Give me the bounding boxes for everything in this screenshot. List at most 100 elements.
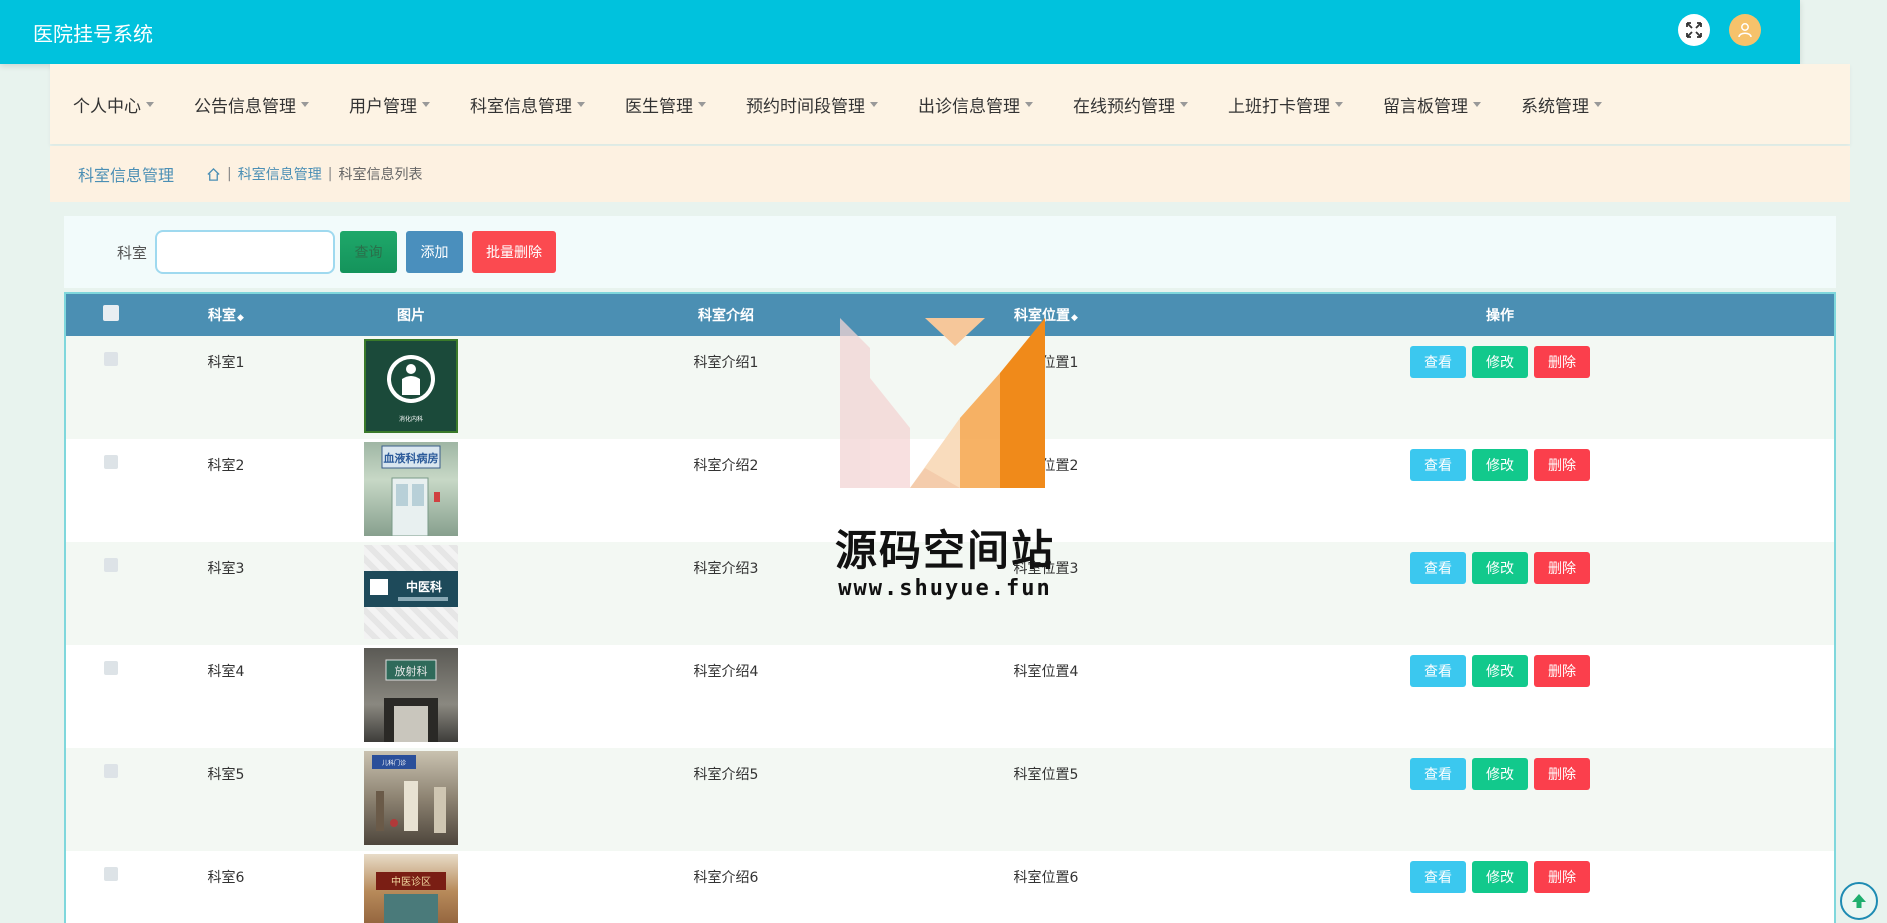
breadcrumb-separator: | — [327, 166, 333, 182]
edit-button[interactable]: 修改 — [1472, 758, 1528, 790]
row-checkbox[interactable] — [104, 764, 118, 778]
main-menu: 个人中心 公告信息管理 用户管理 科室信息管理 医生管理 预约时间段管理 出诊信… — [50, 64, 1850, 144]
edit-button[interactable]: 修改 — [1472, 552, 1528, 584]
cell-intro: 科室介绍4 — [693, 664, 759, 680]
view-button[interactable]: 查看 — [1410, 758, 1466, 790]
department-image: 放射科 — [364, 648, 458, 742]
edit-button[interactable]: 修改 — [1472, 346, 1528, 378]
cell-location: 科室位置5 — [1013, 767, 1079, 783]
top-header: 医院挂号系统 — [0, 0, 1800, 64]
user-avatar-button[interactable] — [1729, 14, 1761, 46]
caret-down-icon — [301, 101, 309, 107]
row-checkbox[interactable] — [104, 352, 118, 366]
row-checkbox[interactable] — [104, 558, 118, 572]
delete-button[interactable]: 删除 — [1534, 758, 1590, 790]
cell-location: 科室位置1 — [1013, 355, 1079, 371]
delete-button[interactable]: 删除 — [1534, 346, 1590, 378]
cell-actions: 查看 修改 删除 — [1166, 748, 1834, 851]
cell-department: 科室2 — [207, 458, 245, 474]
table-row: 科室4 放射科 科室介绍4 科室位置4 查看 修改 删除 — [66, 645, 1834, 748]
menu-personal-center[interactable]: 个人中心 — [73, 92, 154, 117]
cell-actions: 查看 修改 删除 — [1166, 439, 1834, 542]
edit-button[interactable]: 修改 — [1472, 449, 1528, 481]
cell-department: 科室1 — [207, 355, 245, 371]
cell-intro: 科室介绍1 — [693, 355, 759, 371]
search-label: 科室 — [117, 243, 148, 262]
department-image-text: 消化内科 — [399, 415, 423, 423]
column-header-actions: 操作 — [1486, 308, 1514, 324]
menu-message-board[interactable]: 留言板管理 — [1383, 92, 1481, 117]
department-image-text: 中医科 — [406, 579, 442, 594]
watermark-url: www.shuyue.fun — [838, 576, 1052, 601]
cell-department: 科室5 — [207, 767, 245, 783]
batch-delete-button[interactable]: 批量删除 — [472, 231, 557, 273]
delete-button[interactable]: 删除 — [1534, 655, 1590, 687]
search-panel: 科室 查询 添加 批量删除 — [64, 216, 1836, 288]
cell-location: 科室位置6 — [1013, 870, 1079, 886]
edit-button[interactable]: 修改 — [1472, 861, 1528, 893]
view-button[interactable]: 查看 — [1410, 861, 1466, 893]
menu-time-slots[interactable]: 预约时间段管理 — [746, 92, 878, 117]
menu-system[interactable]: 系统管理 — [1521, 92, 1602, 117]
select-all-checkbox[interactable] — [103, 305, 119, 321]
fullscreen-button[interactable] — [1678, 14, 1710, 46]
view-button[interactable]: 查看 — [1410, 552, 1466, 584]
menu-users[interactable]: 用户管理 — [349, 92, 430, 117]
menu-announcement[interactable]: 公告信息管理 — [194, 92, 309, 117]
column-header-image: 图片 — [397, 308, 425, 324]
delete-button[interactable]: 删除 — [1534, 449, 1590, 481]
breadcrumb-link-department[interactable]: 科室信息管理 — [238, 164, 322, 184]
department-search-input[interactable] — [155, 230, 336, 274]
table-row: 科室5 儿科门诊 科室介绍5 科室位置5 查看 修改 删除 — [66, 748, 1834, 851]
menu-department[interactable]: 科室信息管理 — [470, 92, 585, 117]
menu-online-booking[interactable]: 在线预约管理 — [1073, 92, 1188, 117]
department-image: 中医诊区 — [364, 854, 458, 923]
department-image: 儿科门诊 — [364, 751, 458, 845]
column-header-intro: 科室介绍 — [698, 308, 754, 324]
edit-button[interactable]: 修改 — [1472, 655, 1528, 687]
view-button[interactable]: 查看 — [1410, 346, 1466, 378]
breadcrumb-separator: | — [227, 166, 232, 182]
row-checkbox[interactable] — [104, 455, 118, 469]
breadcrumb-bar: 科室信息管理 | 科室信息管理 | 科室信息列表 — [50, 146, 1850, 202]
caret-down-icon — [146, 101, 154, 107]
delete-button[interactable]: 删除 — [1534, 861, 1590, 893]
department-image-text: 中医诊区 — [391, 875, 431, 888]
column-header-location[interactable]: 科室位置◆ — [926, 294, 1166, 336]
department-image-text: 血液科病房 — [384, 451, 439, 465]
cell-actions: 查看 修改 删除 — [1166, 542, 1834, 645]
cell-actions: 查看 修改 删除 — [1166, 336, 1834, 439]
department-image: 血液科病房 — [364, 442, 458, 536]
app-title: 医院挂号系统 — [33, 22, 153, 46]
arrow-up-icon — [1852, 894, 1866, 908]
view-button[interactable]: 查看 — [1410, 655, 1466, 687]
row-checkbox[interactable] — [104, 867, 118, 881]
query-button[interactable]: 查询 — [340, 231, 398, 273]
caret-down-icon — [1025, 101, 1033, 107]
row-checkbox[interactable] — [104, 661, 118, 675]
menu-doctors[interactable]: 医生管理 — [625, 92, 706, 117]
cell-intro: 科室介绍5 — [693, 767, 759, 783]
caret-down-icon — [422, 101, 430, 107]
sort-icon[interactable]: ◆ — [237, 313, 244, 323]
cell-intro: 科室介绍6 — [693, 870, 759, 886]
cell-actions: 查看 修改 删除 — [1166, 851, 1834, 923]
cell-department: 科室4 — [207, 664, 245, 680]
sort-icon[interactable]: ◆ — [1071, 313, 1078, 323]
caret-down-icon — [1180, 101, 1188, 107]
breadcrumb-current: 科室信息列表 — [338, 167, 423, 183]
back-to-top-button[interactable] — [1840, 882, 1878, 920]
menu-clinic-info[interactable]: 出诊信息管理 — [918, 92, 1033, 117]
cell-actions: 查看 修改 删除 — [1166, 645, 1834, 748]
view-button[interactable]: 查看 — [1410, 449, 1466, 481]
home-icon[interactable] — [206, 167, 221, 182]
caret-down-icon — [1473, 101, 1481, 107]
department-image: 中医科 — [364, 545, 458, 639]
menu-clock-in[interactable]: 上班打卡管理 — [1228, 92, 1343, 117]
department-image: 消化内科 — [364, 339, 458, 433]
select-all-cell — [66, 294, 156, 336]
column-header-department[interactable]: 科室◆ — [156, 294, 296, 336]
cell-department: 科室3 — [207, 561, 245, 577]
delete-button[interactable]: 删除 — [1534, 552, 1590, 584]
add-button[interactable]: 添加 — [406, 231, 464, 273]
